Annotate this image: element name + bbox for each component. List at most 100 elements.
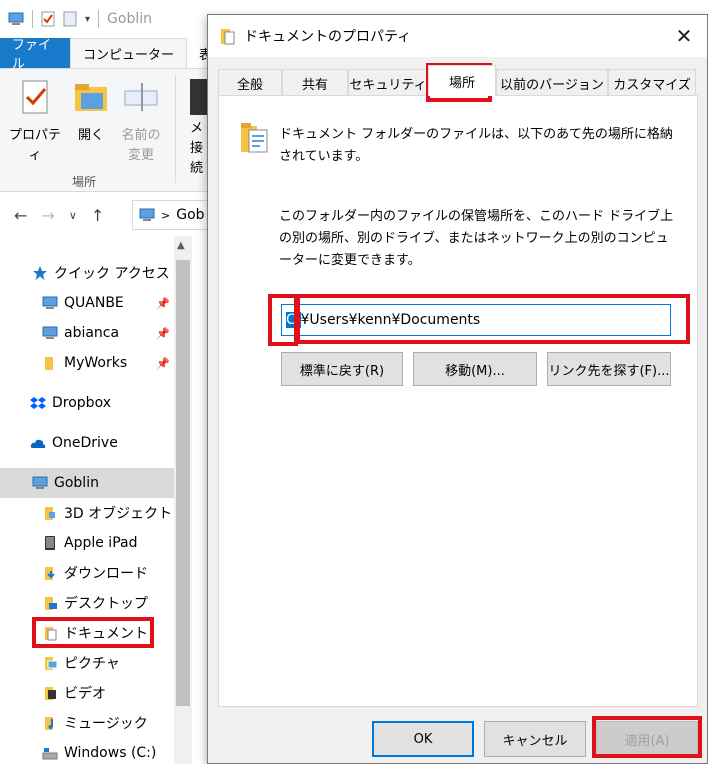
computer-icon — [42, 326, 58, 339]
rename-label: 名前の 変更 — [121, 128, 161, 163]
quick-access-dropdown-icon[interactable]: ▾ — [85, 14, 90, 25]
nav-pane-scrollbar[interactable]: ▲ — [174, 236, 192, 764]
path-text: ¥Users¥kenn¥Documents — [300, 312, 481, 328]
nav-item-dropbox[interactable]: Dropbox — [0, 388, 174, 418]
nav-item-onedrive[interactable]: OneDrive — [0, 428, 174, 458]
move-button[interactable]: 移動(M)... — [413, 352, 537, 386]
desktop-folder-icon — [45, 597, 57, 610]
nav-item-label: デスクトップ — [64, 596, 148, 612]
nav-item-music[interactable]: ミュージック — [0, 708, 174, 738]
ok-button[interactable]: OK — [372, 721, 474, 757]
nav-item-label: ダウンロード — [64, 566, 148, 582]
tab-customize[interactable]: カスタマイズ — [608, 69, 696, 96]
nav-item-quick-access[interactable]: クイック アクセス — [0, 258, 174, 288]
tab-previous-versions[interactable]: 以前のバージョン — [496, 69, 608, 96]
nav-item-quanbe[interactable]: QUANBE 📌 — [0, 288, 174, 318]
ribbon-tab-computer[interactable]: コンピューター — [70, 38, 188, 68]
videos-folder-icon — [45, 687, 56, 700]
open-folder-icon — [75, 84, 107, 111]
dropbox-icon — [30, 397, 46, 409]
nav-item-documents[interactable]: ドキュメント — [0, 618, 174, 648]
dialog-title-bar: ドキュメントのプロパティ — [208, 15, 707, 57]
pin-icon[interactable]: 📌 — [156, 327, 170, 340]
computer-icon — [32, 476, 48, 489]
new-folder-quick-icon[interactable] — [63, 11, 77, 27]
location-description: ドキュメント フォルダーのファイルは、以下のあて先の場所に格納されています。 — [279, 127, 673, 164]
breadcrumb-chevron-icon: > — [161, 208, 171, 222]
ipad-icon — [45, 536, 55, 550]
up-arrow-icon[interactable]: ↑ — [91, 206, 104, 225]
nav-item-label: OneDrive — [52, 435, 118, 451]
nav-item-label: Goblin — [54, 475, 99, 491]
nav-item-label: MyWorks — [64, 355, 128, 371]
properties-quick-icon[interactable] — [41, 11, 55, 27]
scroll-up-icon[interactable]: ▲ — [177, 240, 185, 251]
folder-path-input[interactable]: C: ¥Users¥kenn¥Documents — [281, 304, 671, 336]
recent-dropdown-icon[interactable]: ∨ — [69, 209, 77, 222]
nav-item-pictures[interactable]: ピクチャ — [0, 648, 174, 678]
nav-item-label: ミュージック — [64, 716, 148, 732]
separator — [98, 10, 100, 28]
apply-button[interactable]: 適用(A) — [596, 721, 698, 757]
nav-item-windows-c[interactable]: Windows (C:) — [0, 738, 174, 764]
find-target-button[interactable]: リンク先を探す(F)... — [547, 352, 671, 386]
move-description: このフォルダー内のファイルの保管場所を、このハード ドライブ上の別の場所、別のド… — [279, 209, 674, 268]
address-text: Gob — [176, 207, 205, 223]
separator — [32, 10, 33, 28]
properties-button[interactable]: プロパティ — [6, 79, 64, 166]
drive-icon — [42, 748, 58, 760]
back-arrow-icon[interactable]: ← — [14, 206, 27, 225]
nav-item-downloads[interactable]: ダウンロード — [0, 558, 174, 588]
navigation-pane: クイック アクセス QUANBE 📌 abianca 📌 MyWorks 📌 D… — [0, 236, 192, 764]
star-icon — [33, 266, 47, 280]
properties-label: プロパティ — [8, 128, 61, 163]
documents-properties-dialog: ドキュメントのプロパティ ✕ 全般 共有 セキュリティ 場所 以前のバージョン … — [207, 14, 708, 764]
nav-item-label: ピクチャ — [64, 656, 120, 672]
documents-folder-icon — [221, 29, 235, 45]
computer-icon — [139, 208, 155, 221]
music-folder-icon — [45, 717, 53, 730]
dialog-title: ドキュメントのプロパティ — [244, 29, 412, 45]
nav-item-myworks[interactable]: MyWorks 📌 — [0, 348, 174, 378]
pin-icon[interactable]: 📌 — [156, 357, 170, 370]
documents-folder-icon — [45, 627, 57, 641]
tab-location[interactable]: 場所 — [428, 65, 496, 96]
ribbon-group-location-label: 場所 — [72, 175, 97, 189]
ribbon-tab-file[interactable]: ファイル — [0, 38, 70, 72]
nav-item-label: Dropbox — [52, 395, 111, 411]
computer-icon — [42, 296, 58, 309]
nav-item-apple-ipad[interactable]: Apple iPad — [0, 528, 174, 558]
cloud-icon — [30, 439, 46, 448]
address-bar[interactable]: > Gob — [132, 200, 212, 230]
nav-item-label: クイック アクセス — [54, 266, 170, 282]
rename-button[interactable]: 名前の 変更 — [112, 79, 170, 166]
location-tab-panel: ドキュメント フォルダーのファイルは、以下のあて先の場所に格納されています。 こ… — [218, 95, 698, 707]
cancel-button[interactable]: キャンセル — [484, 721, 586, 757]
window-title: Goblin — [107, 11, 152, 27]
tab-general[interactable]: 全般 — [218, 69, 282, 96]
dialog-tabs: 全般 共有 セキュリティ 場所 以前のバージョン カスタマイズ — [218, 65, 696, 96]
nav-item-label: abianca — [64, 325, 120, 341]
folder-icon — [45, 357, 53, 370]
nav-item-videos[interactable]: ビデオ — [0, 678, 174, 708]
scrollbar-thumb[interactable] — [176, 260, 190, 706]
restore-default-button[interactable]: 標準に戻す(R) — [281, 352, 403, 386]
nav-item-desktop[interactable]: デスクトップ — [0, 588, 174, 618]
properties-icon — [22, 80, 48, 114]
map-network-label: メ 接続 — [190, 121, 204, 176]
pin-icon[interactable]: 📌 — [156, 297, 170, 310]
nav-item-abianca[interactable]: abianca 📌 — [0, 318, 174, 348]
network-drive-icon — [190, 79, 208, 115]
nav-item-label: Apple iPad — [64, 535, 138, 551]
forward-arrow-icon[interactable]: → — [41, 206, 54, 225]
tab-security[interactable]: セキュリティ — [348, 69, 428, 96]
download-folder-icon — [45, 567, 55, 580]
close-icon[interactable]: ✕ — [671, 23, 697, 49]
nav-item-label: Windows (C:) — [64, 745, 157, 761]
tab-sharing[interactable]: 共有 — [282, 69, 348, 96]
map-network-drive-button[interactable]: メ 接続 — [176, 79, 208, 179]
nav-item-3d-objects[interactable]: 3D オブジェクト — [0, 498, 174, 528]
nav-item-label: ビデオ — [64, 686, 106, 702]
rename-icon — [124, 83, 158, 111]
nav-item-goblin[interactable]: Goblin — [0, 468, 174, 498]
